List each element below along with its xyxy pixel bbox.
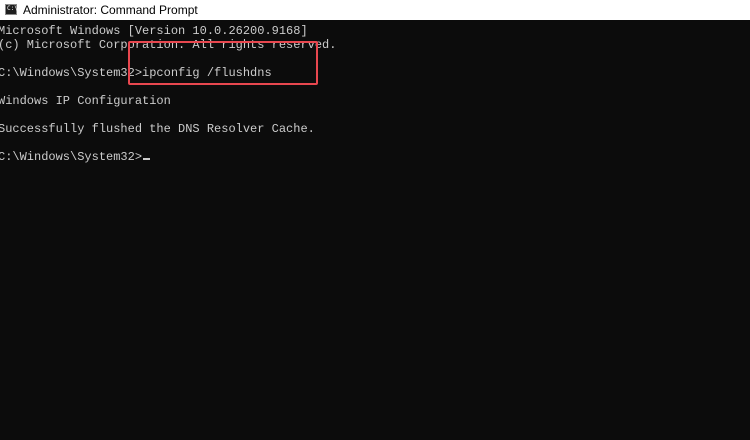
text-cursor — [143, 158, 151, 160]
cmd-icon: C:\ — [5, 4, 18, 15]
window-title: Administrator: Command Prompt — [23, 3, 198, 17]
console-line-prompt[interactable]: C:\Windows\System32> — [0, 150, 151, 164]
console-output[interactable]: Microsoft Windows [Version 10.0.26200.91… — [0, 20, 750, 440]
cmd-icon-glyph: C:\ — [7, 5, 18, 12]
console-line-ip-config: Windows IP Configuration — [0, 94, 171, 108]
highlight-box-flushdns-command — [128, 41, 318, 85]
prompt-text: C:\Windows\System32> — [0, 150, 143, 164]
title-bar[interactable]: C:\ Administrator: Command Prompt — [0, 0, 750, 20]
console-line-flush-result: Successfully flushed the DNS Resolver Ca… — [0, 122, 315, 136]
console-line-version: Microsoft Windows [Version 10.0.26200.91… — [0, 24, 308, 38]
command-prompt-window: C:\ Administrator: Command Prompt Micros… — [0, 0, 750, 440]
